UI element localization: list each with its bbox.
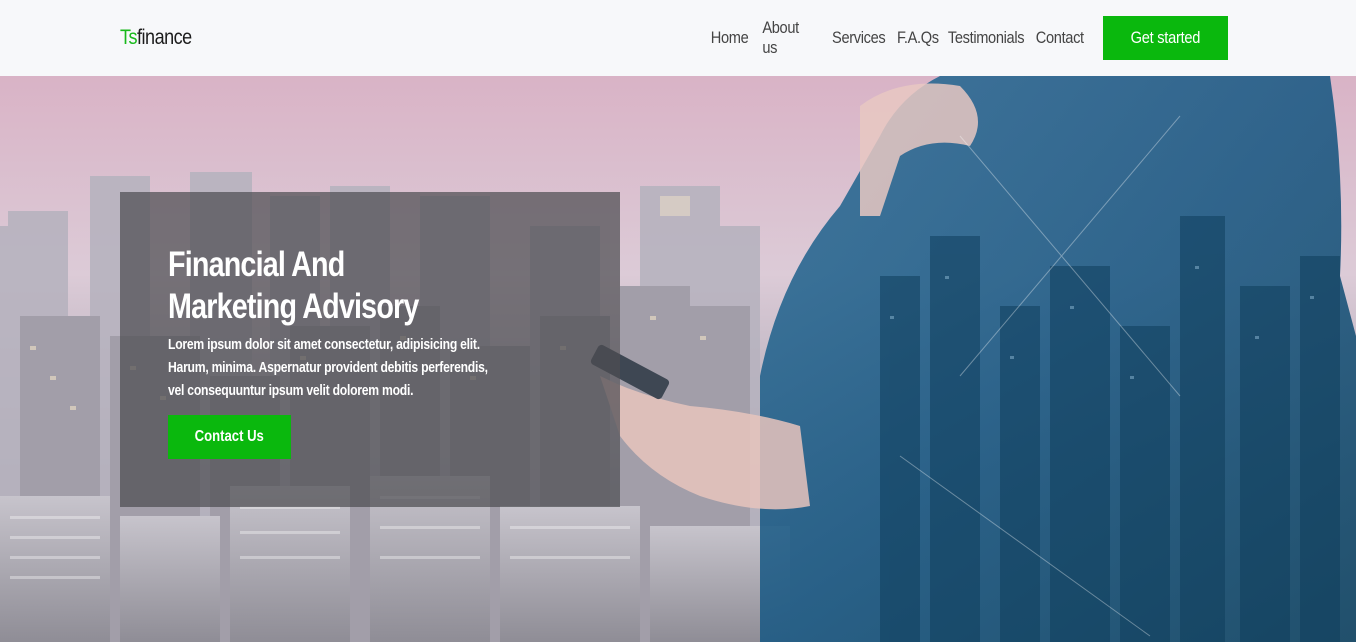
nav-link-testimonials[interactable]: Testimonials <box>948 28 1025 48</box>
get-started-label: Get started <box>1130 28 1201 47</box>
hero-title-line-1: Financial And <box>168 245 345 284</box>
nav-link-home[interactable]: Home <box>711 28 749 48</box>
nav-link-services[interactable]: Services <box>832 28 886 48</box>
hero-section: Financial And Marketing Advisory Lorem i… <box>0 76 1356 642</box>
hero-description: Lorem ipsum dolor sit amet consectetur, … <box>168 337 488 399</box>
contact-us-button[interactable]: Contact Us <box>168 415 291 459</box>
navbar: Tsfinance Home About us Services F.A.Qs … <box>0 0 1356 76</box>
nav-links: Home About us Services F.A.Qs Testimonia… <box>709 18 1086 57</box>
hero-panel: Financial And Marketing Advisory Lorem i… <box>120 192 620 507</box>
brand-rest: finance <box>137 26 192 49</box>
nav-link-about[interactable]: About us <box>762 18 815 58</box>
contact-us-label: Contact Us <box>194 428 265 445</box>
nav-link-faqs[interactable]: F.A.Qs <box>897 28 939 48</box>
brand-accent: Ts <box>120 26 138 49</box>
hero-title: Financial And Marketing Advisory <box>168 244 512 328</box>
get-started-button[interactable]: Get started <box>1103 16 1228 60</box>
hero-title-line-2: Marketing Advisory <box>168 287 419 326</box>
brand-logo[interactable]: Tsfinance <box>120 24 192 52</box>
nav-link-contact[interactable]: Contact <box>1036 28 1084 48</box>
